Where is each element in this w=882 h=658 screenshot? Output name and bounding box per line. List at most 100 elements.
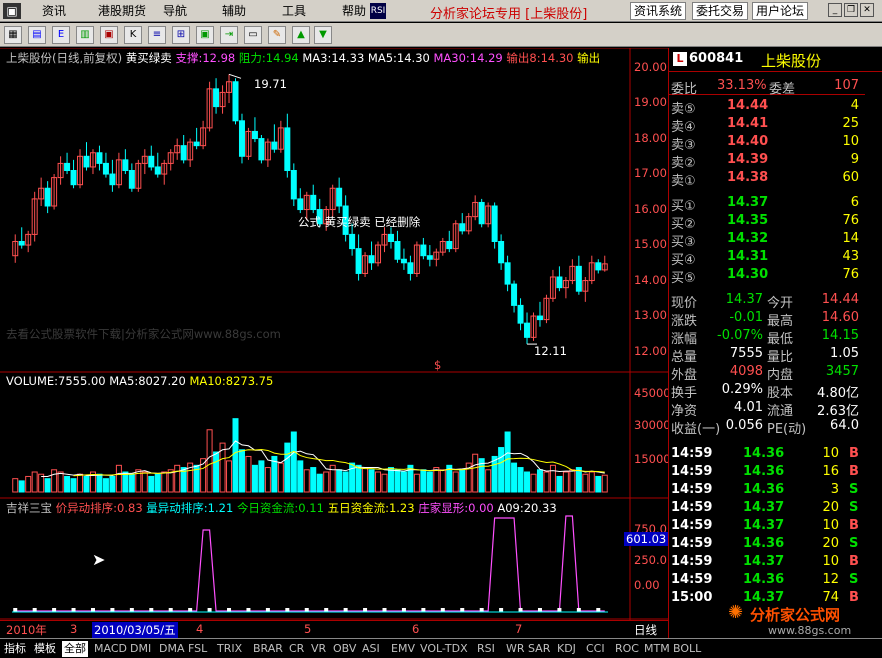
volume-bar xyxy=(562,471,569,493)
tick-row: 14:59 14.36 12 S xyxy=(669,571,865,589)
indicator-tab[interactable]: DMA xyxy=(157,641,187,657)
indicator-tab[interactable]: 全部 xyxy=(62,641,88,657)
ask-row[interactable]: 卖① 14.38 60 xyxy=(669,169,865,189)
restore-icon[interactable]: ❐ xyxy=(844,3,858,17)
indicator-tab[interactable]: RSI xyxy=(475,641,497,657)
ask-price: 14.38 xyxy=(727,170,769,185)
stat-value: 0.056 xyxy=(725,418,763,433)
indicator-tab[interactable]: SAR xyxy=(526,641,552,657)
indicator-tab[interactable]: FSL xyxy=(186,641,209,657)
indicator-tab[interactable]: VR xyxy=(309,641,328,657)
indicator-dot xyxy=(246,608,251,612)
layout-icon[interactable]: ▣ xyxy=(196,26,214,44)
bid-row[interactable]: 买① 14.37 6 xyxy=(669,194,865,214)
ask-row[interactable]: 卖② 14.39 9 xyxy=(669,151,865,171)
bid-row[interactable]: 买⑤ 14.30 76 xyxy=(669,266,865,286)
menu-item-help[interactable]: 帮助 xyxy=(342,3,366,19)
indicator-tab[interactable]: KDJ xyxy=(555,641,578,657)
grid-icon[interactable]: ▦ xyxy=(4,26,22,44)
trade-button[interactable]: 委托交易 xyxy=(692,2,749,20)
tick-side: S xyxy=(849,572,859,587)
list-icon[interactable]: ≡ xyxy=(148,26,166,44)
user-forum-button[interactable]: 用户论坛 xyxy=(752,2,809,20)
candle xyxy=(355,234,362,281)
menu-item-news[interactable]: 资讯 xyxy=(42,3,66,19)
close-icon[interactable]: ✕ xyxy=(860,3,874,17)
indicator-tab[interactable]: TRIX xyxy=(215,641,244,657)
indicator-tab[interactable]: ASI xyxy=(360,641,382,657)
minimize-icon[interactable]: _ xyxy=(828,3,842,17)
volume-bar xyxy=(284,442,291,493)
indicator-tab[interactable]: VOL-TDX xyxy=(418,641,470,657)
indicator-tab[interactable]: 指标 xyxy=(2,641,28,657)
tick-row: 14:59 14.37 10 B xyxy=(669,517,865,535)
monitor-icon[interactable]: ▭ xyxy=(244,26,262,44)
app-icon[interactable]: ▣ xyxy=(3,3,21,19)
ask-row[interactable]: 卖③ 14.40 10 xyxy=(669,133,865,153)
arrow-up-icon[interactable]: ▲ xyxy=(292,26,310,44)
indicator-tab[interactable]: MACD xyxy=(92,641,129,657)
volume-bar xyxy=(109,475,116,493)
candle xyxy=(219,85,226,114)
news-system-button[interactable]: 资讯系统 xyxy=(630,2,687,20)
bid-row[interactable]: 买② 14.35 76 xyxy=(669,212,865,232)
volume-bar xyxy=(517,467,524,493)
chart-icon[interactable]: ▥ xyxy=(76,26,94,44)
menu-item-hk-futures[interactable]: 港股期货 xyxy=(98,3,146,19)
indicator-tab[interactable]: CR xyxy=(287,641,306,657)
stat-value: 0.29% xyxy=(721,382,763,397)
volume-bar xyxy=(297,460,304,493)
etf-icon[interactable]: E xyxy=(52,26,70,44)
tick-price: 14.37 xyxy=(743,518,785,533)
indicator-tab[interactable]: BOLL xyxy=(671,641,703,657)
candle xyxy=(524,312,531,345)
indicator-tab[interactable]: BRAR xyxy=(251,641,285,657)
menu-item-assist[interactable]: 辅助 xyxy=(222,3,246,19)
report-icon[interactable]: ▤ xyxy=(28,26,46,44)
candle-body xyxy=(297,198,304,211)
indicator-tab[interactable]: DMI xyxy=(128,641,153,657)
indicator-tab[interactable]: EMV xyxy=(389,641,417,657)
indicator-tab[interactable]: 模板 xyxy=(32,641,58,657)
import-icon[interactable]: ⇥ xyxy=(220,26,238,44)
menu-item-tools[interactable]: 工具 xyxy=(282,3,306,19)
indicator-tab[interactable]: MTM xyxy=(642,641,672,657)
candle xyxy=(25,230,32,253)
tick-side: B xyxy=(849,518,859,533)
rsi-icon[interactable]: RSI xyxy=(370,3,386,19)
chart-area[interactable]: 上柴股份(日线,前复权) 黄买绿卖 支撑:12.98 阻力:14.94 MA3:… xyxy=(0,48,671,620)
candle-body xyxy=(258,138,265,161)
indicator-tab[interactable]: ROC xyxy=(613,641,641,657)
indicator-tab[interactable]: OBV xyxy=(331,641,358,657)
indicator-dot xyxy=(129,608,134,612)
candle xyxy=(413,241,420,277)
pencil-icon[interactable]: ✎ xyxy=(268,26,286,44)
tick-volume: 16 xyxy=(822,464,839,479)
bid-row[interactable]: 买④ 14.31 43 xyxy=(669,248,865,268)
arrow-down-icon[interactable]: ▼ xyxy=(314,26,332,44)
compare-icon[interactable]: ⊞ xyxy=(172,26,190,44)
tick-row: 14:59 14.36 16 B xyxy=(669,463,865,481)
candle xyxy=(51,174,58,210)
volume-bar xyxy=(549,464,556,493)
candle xyxy=(562,277,569,299)
menu-item-nav[interactable]: 导航 xyxy=(163,3,187,19)
k-icon[interactable]: K xyxy=(124,26,142,44)
indicator-tab[interactable]: WR xyxy=(504,641,527,657)
window-icon[interactable]: ▣ xyxy=(100,26,118,44)
candle xyxy=(38,177,45,206)
indicator-dot xyxy=(32,608,37,612)
candle-body xyxy=(368,255,375,264)
candle xyxy=(433,248,440,267)
candle-body xyxy=(290,170,297,200)
indicator-tab[interactable]: CCI xyxy=(584,641,607,657)
candle xyxy=(122,149,129,175)
candle xyxy=(575,255,582,295)
period-label[interactable]: 日线 xyxy=(634,622,657,638)
stat-value: 1.05 xyxy=(830,346,859,361)
ask-row[interactable]: 卖④ 14.41 25 xyxy=(669,115,865,135)
ask-row[interactable]: 卖⑤ 14.44 4 xyxy=(669,97,865,117)
bid-row[interactable]: 买③ 14.32 14 xyxy=(669,230,865,250)
tick-row: 14:59 14.37 10 B xyxy=(669,553,865,571)
time-month: 3 xyxy=(70,622,78,636)
